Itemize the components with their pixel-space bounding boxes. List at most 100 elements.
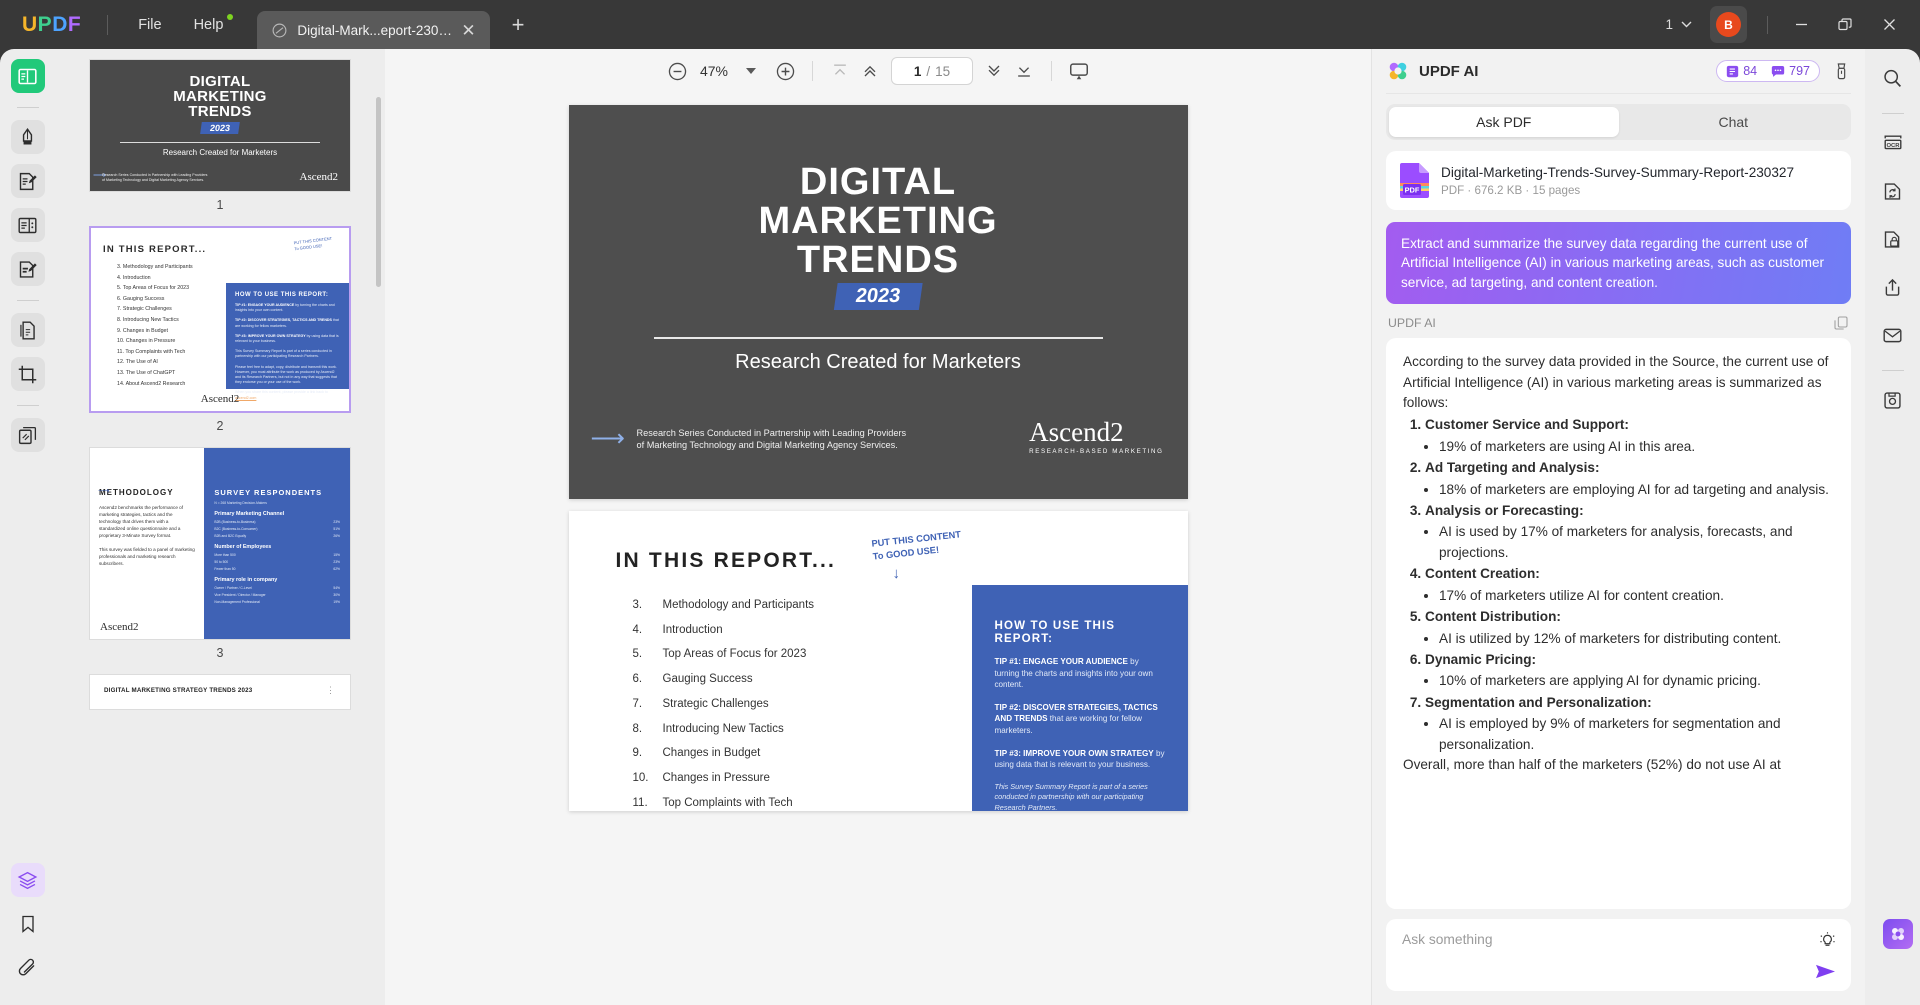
thumb3-left: METHODOLOGY Ascend2 benchmarks the perfo… bbox=[90, 448, 204, 639]
page-layout-icon bbox=[17, 215, 38, 236]
last-page-button[interactable] bbox=[1009, 56, 1039, 86]
thumbnail-page-1[interactable]: DIGITAL MARKETING TRENDS 2023 Research C… bbox=[89, 59, 351, 192]
viewer-scroll-area[interactable]: DIGITAL MARKETING TRENDS 2023 Research C… bbox=[385, 93, 1371, 1005]
page1-subtitle: Research Created for Marketers bbox=[569, 351, 1188, 374]
thumbnail-item[interactable]: ⟶ METHODOLOGY Ascend2 benchmarks the per… bbox=[55, 447, 385, 660]
label: Top Complaints with Tech bbox=[663, 791, 793, 811]
zoom-in-button[interactable] bbox=[770, 56, 800, 86]
first-page-button[interactable] bbox=[825, 56, 855, 86]
restore-icon bbox=[1838, 18, 1852, 32]
account-avatar-button[interactable]: B bbox=[1710, 6, 1747, 43]
tool-edit-text[interactable] bbox=[11, 252, 45, 286]
menu-help[interactable]: Help bbox=[178, 11, 240, 39]
convert-button[interactable] bbox=[1876, 174, 1910, 208]
ai-credit-badges[interactable]: 84 797 bbox=[1716, 60, 1820, 82]
ai-input-placeholder[interactable]: Ask something bbox=[1402, 932, 1835, 947]
clear-chat-button[interactable] bbox=[1832, 62, 1851, 81]
left-tool-rail bbox=[0, 49, 55, 1005]
l: Gauging Success bbox=[123, 296, 165, 302]
tool-page-copy[interactable] bbox=[11, 313, 45, 347]
l: Strategic Challenges bbox=[123, 306, 172, 312]
window-count-selector[interactable]: 1 bbox=[1657, 12, 1700, 37]
minimize-button[interactable] bbox=[1780, 10, 1822, 40]
zoom-level-value[interactable]: 47% bbox=[692, 63, 736, 79]
tab-close-button[interactable]: ✕ bbox=[457, 20, 479, 41]
source-file-card[interactable]: PDF Digital-Marketing-Trends-Survey-Summ… bbox=[1386, 151, 1851, 210]
thumbnail-number: 2 bbox=[217, 419, 224, 433]
thumb2-tip2: TIP #2: DISCOVER STRATEGIES, TACTICS AND… bbox=[235, 318, 340, 328]
zoom-out-button[interactable] bbox=[662, 56, 692, 86]
user-message-bubble: Extract and summarize the survey data re… bbox=[1386, 222, 1851, 304]
thumb1-l2: MARKETING bbox=[90, 89, 350, 104]
updf-application-window: UPDF File Help Digital-Mark...eport-2303… bbox=[0, 0, 1920, 1005]
badge-chats: 797 bbox=[1771, 64, 1810, 78]
thumb2-legal2: Please feel free to adapt, copy, distrib… bbox=[235, 365, 340, 386]
l: Changes in Budget bbox=[123, 328, 168, 334]
maximize-button[interactable] bbox=[1824, 10, 1866, 40]
tab-ask-pdf[interactable]: Ask PDF bbox=[1389, 107, 1619, 137]
tool-highlight[interactable] bbox=[11, 120, 45, 154]
menu-file[interactable]: File bbox=[122, 11, 177, 39]
page1-footer: Research Series Conducted in Partnership… bbox=[637, 427, 907, 451]
window-count-value: 1 bbox=[1665, 17, 1673, 32]
thumbnail-page-3[interactable]: ⟶ METHODOLOGY Ascend2 benchmarks the per… bbox=[89, 447, 351, 640]
presentation-mode-button[interactable] bbox=[1064, 56, 1094, 86]
tool-crop[interactable] bbox=[11, 357, 45, 391]
thumb3-row: B2C (Business-to-Consumer)51% bbox=[214, 527, 340, 531]
email-button[interactable] bbox=[1876, 318, 1910, 352]
num: 10. bbox=[633, 766, 663, 791]
tool-annotate[interactable] bbox=[11, 164, 45, 198]
page-total: 15 bbox=[935, 64, 950, 79]
copy-response-button[interactable] bbox=[1833, 315, 1849, 331]
ai-panel-title: UPDF AI bbox=[1419, 63, 1478, 80]
tool-organize-pages[interactable] bbox=[11, 208, 45, 242]
lightbulb-icon bbox=[1818, 931, 1837, 950]
panel-layers[interactable] bbox=[11, 863, 45, 897]
save-button[interactable] bbox=[1876, 383, 1910, 417]
thumbnail-page-2[interactable]: IN THIS REPORT... 3. Methodology and Par… bbox=[89, 226, 351, 413]
label: Changes in Pressure bbox=[663, 766, 770, 791]
search-button[interactable] bbox=[1876, 61, 1910, 95]
v: 62% bbox=[333, 567, 340, 571]
thumbnail-item[interactable]: DIGITAL MARKETING STRATEGY TRENDS 2023 ⋮ bbox=[55, 674, 385, 710]
thumbnail-page-4[interactable]: DIGITAL MARKETING STRATEGY TRENDS 2023 ⋮ bbox=[89, 674, 351, 710]
protect-button[interactable] bbox=[1876, 222, 1910, 256]
document-tab[interactable]: Digital-Mark...eport-230327 ✕ bbox=[257, 11, 489, 49]
response-item-title: Customer Service and Support bbox=[1425, 417, 1624, 432]
thumb1-title: DIGITAL MARKETING TRENDS bbox=[90, 74, 350, 119]
tool-reader[interactable] bbox=[11, 59, 45, 93]
page1-arrow-icon: ⟶ bbox=[591, 427, 625, 451]
page1-year-badge: 2023 bbox=[834, 283, 922, 310]
l: The Use of ChatGPT bbox=[126, 370, 175, 376]
page2-tip2: TIP #2: DISCOVER STRATEGIES, TACTICS AND… bbox=[995, 702, 1165, 737]
copy-icon bbox=[1833, 315, 1849, 331]
share-button[interactable] bbox=[1876, 270, 1910, 304]
close-window-button[interactable] bbox=[1868, 10, 1910, 40]
page-number-input[interactable]: 1 / 15 bbox=[891, 57, 973, 85]
next-page-button[interactable] bbox=[979, 56, 1009, 86]
ai-input-area[interactable]: Ask something bbox=[1386, 919, 1851, 991]
zoom-dropdown-icon[interactable] bbox=[746, 68, 756, 74]
v: 15% bbox=[333, 553, 340, 557]
thumbnail-item[interactable]: DIGITAL MARKETING TRENDS 2023 Research C… bbox=[55, 59, 385, 212]
response-detail: 10% of marketers are applying AI for dyn… bbox=[1439, 671, 1834, 691]
chevron-down-icon bbox=[1681, 21, 1692, 28]
pdf-viewer: 47% bbox=[385, 49, 1371, 1005]
thumbnails-scrollbar[interactable] bbox=[376, 97, 381, 287]
new-tab-button[interactable]: + bbox=[504, 12, 533, 38]
panel-attachments[interactable] bbox=[11, 951, 45, 985]
suggestions-button[interactable] bbox=[1818, 931, 1837, 950]
page1-title-l3: TRENDS bbox=[569, 241, 1188, 280]
ai-response-body[interactable]: According to the survey data provided in… bbox=[1386, 338, 1851, 909]
page-thumbnails-panel[interactable]: DIGITAL MARKETING TRENDS 2023 Research C… bbox=[55, 49, 385, 1005]
ai-assistant-float-button[interactable] bbox=[1883, 919, 1913, 949]
thumb4-menu-icon[interactable]: ⋮ bbox=[326, 685, 336, 696]
page2-tip3: TIP #3: IMPROVE YOUR OWN STRATEGY by usi… bbox=[995, 748, 1165, 771]
ocr-button[interactable]: OCR bbox=[1876, 126, 1910, 160]
send-message-button[interactable] bbox=[1814, 962, 1837, 981]
tool-batch[interactable] bbox=[11, 418, 45, 452]
tab-chat[interactable]: Chat bbox=[1619, 107, 1849, 137]
prev-page-button[interactable] bbox=[855, 56, 885, 86]
thumbnail-item[interactable]: IN THIS REPORT... 3. Methodology and Par… bbox=[55, 226, 385, 433]
panel-bookmarks[interactable] bbox=[11, 907, 45, 941]
